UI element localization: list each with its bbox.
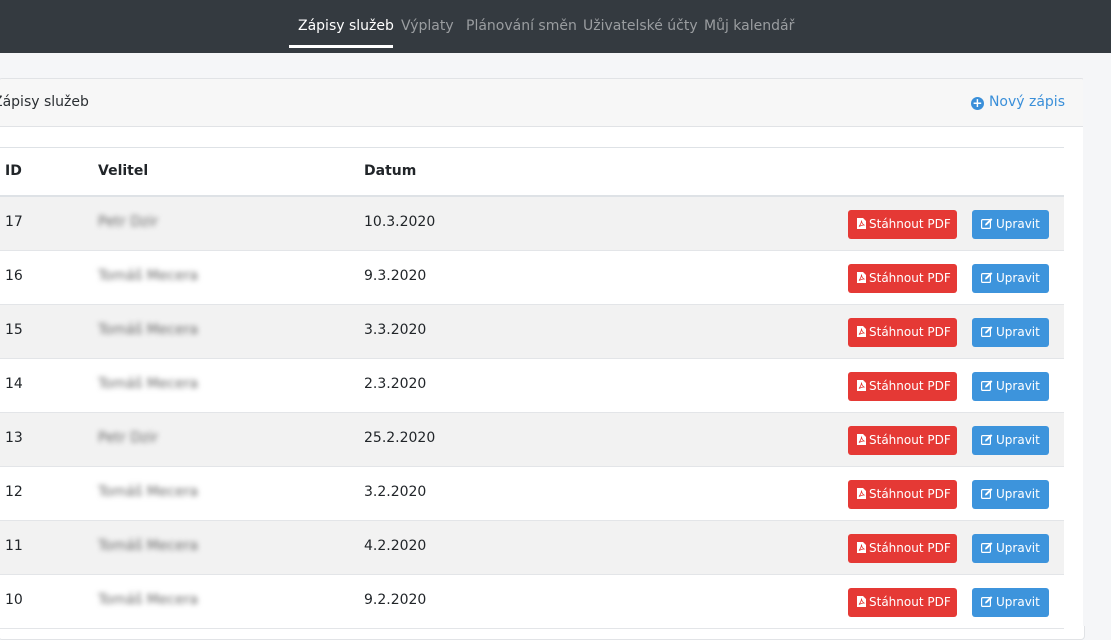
edit-icon bbox=[981, 218, 993, 229]
edit-icon bbox=[981, 488, 993, 499]
cell-datum: 25.2.2020 bbox=[364, 430, 436, 446]
download-pdf-button[interactable]: Stáhnout PDF bbox=[848, 534, 957, 563]
table-header: ID Velitel Datum bbox=[0, 148, 1064, 197]
cell-id: 10 bbox=[5, 592, 23, 608]
download-pdf-button[interactable]: Stáhnout PDF bbox=[848, 318, 957, 347]
cell-datum: 2.3.2020 bbox=[364, 376, 427, 392]
edit-button[interactable]: Upravit bbox=[972, 588, 1049, 617]
edit-button[interactable]: Upravit bbox=[972, 534, 1049, 563]
file-pdf-icon bbox=[857, 218, 866, 229]
download-pdf-button[interactable]: Stáhnout PDF bbox=[848, 264, 957, 293]
cell-velitel: Tomáš Mecera bbox=[98, 322, 199, 338]
cell-velitel: Tomáš Mecera bbox=[98, 268, 199, 284]
card-title: Zápisy služeb bbox=[0, 94, 89, 110]
edit-icon bbox=[981, 326, 993, 337]
table-body: 17 Petr Dzir 10.3.2020 Stáhnout PDF Upravit 1… bbox=[0, 197, 1064, 629]
table-row: 13 Petr Dzir 25.2.2020 Stáhnout PDF Upravit bbox=[0, 413, 1064, 467]
edit-button[interactable]: Upravit bbox=[972, 426, 1049, 455]
header-datum: Datum bbox=[364, 163, 417, 179]
cell-id: 13 bbox=[5, 430, 23, 446]
download-pdf-button[interactable]: Stáhnout PDF bbox=[848, 480, 957, 509]
cell-datum: 10.3.2020 bbox=[364, 214, 436, 230]
download-pdf-label: Stáhnout PDF bbox=[869, 487, 951, 501]
edit-label: Upravit bbox=[996, 487, 1040, 501]
cell-datum: 9.3.2020 bbox=[364, 268, 427, 284]
table-row: 10 Tomáš Mecera 9.2.2020 Stáhnout PDF Upravi… bbox=[0, 575, 1064, 629]
download-pdf-label: Stáhnout PDF bbox=[869, 595, 951, 609]
cell-id: 16 bbox=[5, 268, 23, 284]
cell-datum: 9.2.2020 bbox=[364, 592, 427, 608]
table-row: 15 Tomáš Mecera 3.3.2020 Stáhnout PDF Upravi… bbox=[0, 305, 1064, 359]
edit-icon bbox=[981, 542, 993, 553]
edit-button[interactable]: Upravit bbox=[972, 210, 1049, 239]
cell-velitel: Tomáš Mecera bbox=[98, 376, 199, 392]
file-pdf-icon bbox=[857, 596, 866, 607]
cell-id: 12 bbox=[5, 484, 23, 500]
table-row: 11 Tomáš Mecera 4.2.2020 Stáhnout PDF Upravi… bbox=[0, 521, 1064, 575]
nav-item-planovani-smen[interactable]: Plánování směn bbox=[466, 0, 577, 53]
edit-icon bbox=[981, 596, 993, 607]
download-pdf-label: Stáhnout PDF bbox=[869, 271, 951, 285]
records-card: Zápisy služeb + Nový zápis ID Velitel Dat… bbox=[0, 78, 1085, 640]
cell-velitel: Tomáš Mecera bbox=[98, 538, 199, 554]
cell-datum: 3.3.2020 bbox=[364, 322, 427, 338]
edit-label: Upravit bbox=[996, 379, 1040, 393]
download-pdf-button[interactable]: Stáhnout PDF bbox=[848, 588, 957, 617]
download-pdf-label: Stáhnout PDF bbox=[869, 379, 951, 393]
cell-velitel: Petr Dzir bbox=[98, 214, 159, 230]
new-record-link[interactable]: + Nový zápis bbox=[970, 79, 1065, 126]
cell-datum: 4.2.2020 bbox=[364, 538, 427, 554]
file-pdf-icon bbox=[857, 272, 866, 283]
download-pdf-label: Stáhnout PDF bbox=[869, 541, 951, 555]
records-table: ID Velitel Datum 17 Petr Dzir 10.3.2020 Stá… bbox=[0, 147, 1064, 629]
download-pdf-button[interactable]: Stáhnout PDF bbox=[848, 210, 957, 239]
edit-label: Upravit bbox=[996, 271, 1040, 285]
edit-label: Upravit bbox=[996, 595, 1040, 609]
cell-id: 11 bbox=[5, 538, 23, 554]
download-pdf-label: Stáhnout PDF bbox=[869, 433, 951, 447]
edit-button[interactable]: Upravit bbox=[972, 372, 1049, 401]
nav-item-muj-kalendar[interactable]: Můj kalendář bbox=[704, 0, 794, 53]
file-pdf-icon bbox=[857, 380, 866, 391]
table-row: 17 Petr Dzir 10.3.2020 Stáhnout PDF Upravit bbox=[0, 197, 1064, 251]
table-row: 16 Tomáš Mecera 9.3.2020 Stáhnout PDF Upravi… bbox=[0, 251, 1064, 305]
edit-label: Upravit bbox=[996, 433, 1040, 447]
top-navbar: Zápisy služeb Výplaty Plánování směn Uži… bbox=[0, 0, 1111, 53]
nav-item-vyplaty[interactable]: Výplaty bbox=[401, 0, 454, 53]
edit-icon bbox=[981, 272, 993, 283]
plus-circle-icon: + bbox=[970, 96, 984, 110]
nav-item-uzivatelske-ucty[interactable]: Uživatelské účty bbox=[583, 0, 698, 53]
page-edge bbox=[1083, 53, 1111, 626]
edit-label: Upravit bbox=[996, 217, 1040, 231]
edit-button[interactable]: Upravit bbox=[972, 318, 1049, 347]
download-pdf-label: Stáhnout PDF bbox=[869, 325, 951, 339]
edit-label: Upravit bbox=[996, 541, 1040, 555]
cell-velitel: Tomáš Mecera bbox=[98, 592, 199, 608]
table-row: 14 Tomáš Mecera 2.3.2020 Stáhnout PDF Upravi… bbox=[0, 359, 1064, 413]
download-pdf-button[interactable]: Stáhnout PDF bbox=[848, 372, 957, 401]
edit-button[interactable]: Upravit bbox=[972, 480, 1049, 509]
card-header: Zápisy služeb + Nový zápis bbox=[0, 79, 1084, 127]
edit-icon bbox=[981, 380, 993, 391]
cell-velitel: Petr Dzir bbox=[98, 430, 159, 446]
cell-datum: 3.2.2020 bbox=[364, 484, 427, 500]
cell-id: 15 bbox=[5, 322, 23, 338]
download-pdf-label: Stáhnout PDF bbox=[869, 217, 951, 231]
file-pdf-icon bbox=[857, 434, 866, 445]
cell-id: 14 bbox=[5, 376, 23, 392]
cell-id: 17 bbox=[5, 214, 23, 230]
file-pdf-icon bbox=[857, 542, 866, 553]
edit-label: Upravit bbox=[996, 325, 1040, 339]
header-id: ID bbox=[5, 163, 22, 179]
edit-button[interactable]: Upravit bbox=[972, 264, 1049, 293]
header-velitel: Velitel bbox=[98, 163, 149, 179]
cell-velitel: Tomáš Mecera bbox=[98, 484, 199, 500]
file-pdf-icon bbox=[857, 488, 866, 499]
table-row: 12 Tomáš Mecera 3.2.2020 Stáhnout PDF Upravi… bbox=[0, 467, 1064, 521]
edit-icon bbox=[981, 434, 993, 445]
new-record-label: Nový zápis bbox=[988, 94, 1065, 110]
active-nav-indicator bbox=[289, 45, 393, 48]
file-pdf-icon bbox=[857, 326, 866, 337]
download-pdf-button[interactable]: Stáhnout PDF bbox=[848, 426, 957, 455]
